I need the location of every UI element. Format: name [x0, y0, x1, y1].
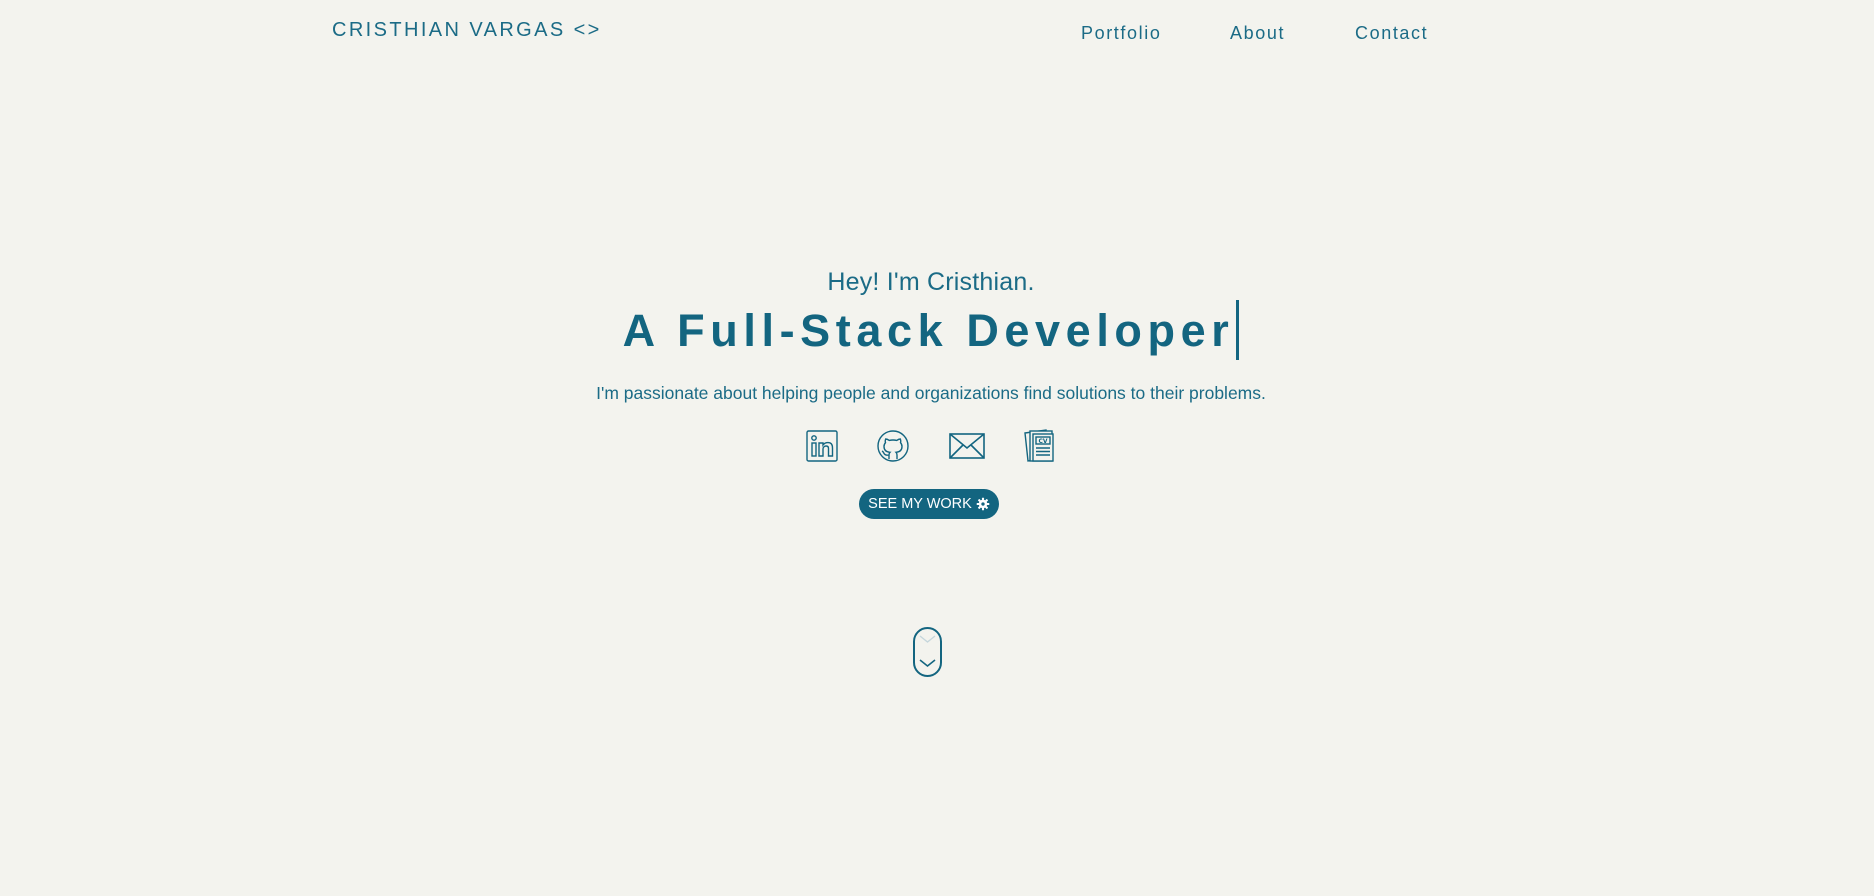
hero-headline: A Full-Stack Developer	[622, 305, 1235, 356]
typing-cursor	[1236, 300, 1240, 360]
social-links: CV	[0, 428, 1874, 464]
mail-icon	[949, 433, 985, 459]
hero-greeting: Hey! I'm Cristhian.	[827, 268, 1035, 296]
page: CRISTHIAN VARGAS <> Portfolio About Cont…	[0, 0, 1874, 896]
main-nav: Portfolio About Contact	[0, 23, 1874, 47]
chevron-down-icon	[919, 635, 936, 643]
nav-about-link[interactable]: About	[1230, 23, 1285, 44]
hero-subtitle: I'm passionate about helping people and …	[596, 383, 1266, 403]
gear-icon	[976, 497, 990, 511]
nav-contact-link[interactable]: Contact	[1355, 23, 1428, 44]
linkedin-icon	[806, 430, 838, 462]
cv-icon: CV	[1024, 429, 1054, 462]
chevron-down-icon	[919, 659, 936, 668]
github-icon	[877, 430, 909, 462]
nav-portfolio-link[interactable]: Portfolio	[1081, 23, 1161, 44]
github-link[interactable]	[875, 428, 911, 464]
hero-headline-wrap: A Full-Stack Developer	[0, 300, 1862, 360]
see-my-work-button[interactable]: SEE MY WORK	[859, 489, 999, 519]
email-link[interactable]	[949, 428, 985, 464]
cv-link[interactable]: CV	[1022, 428, 1058, 464]
svg-text:CV: CV	[1038, 438, 1047, 445]
linkedin-link[interactable]	[804, 428, 840, 464]
see-my-work-label: SEE MY WORK	[868, 496, 972, 512]
scroll-down-indicator[interactable]	[913, 627, 942, 677]
